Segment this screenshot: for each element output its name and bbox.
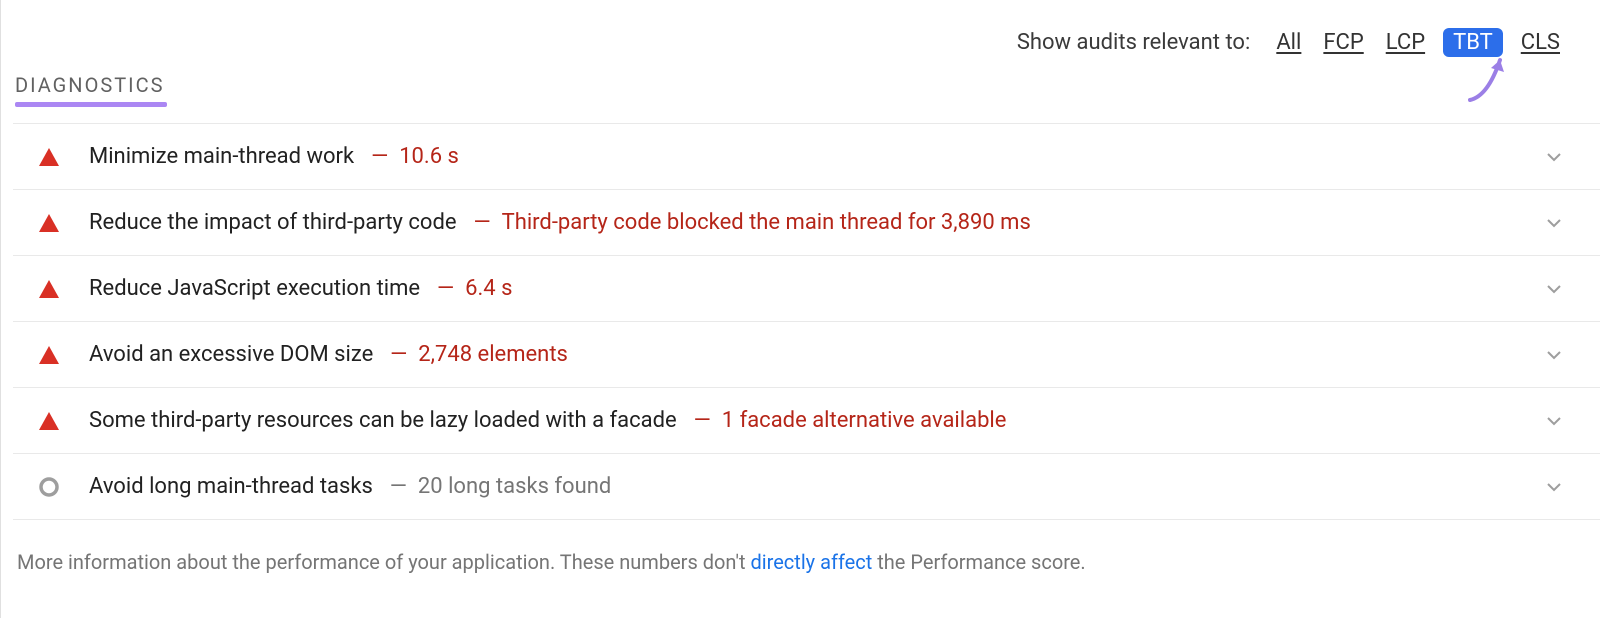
filter-label: Show audits relevant to: (1017, 30, 1251, 55)
audit-row[interactable]: Avoid long main-thread tasks — 20 long t… (13, 454, 1600, 520)
chevron-down-icon[interactable] (1544, 213, 1564, 233)
audit-row[interactable]: Reduce the impact of third-party code — … (13, 190, 1600, 256)
filter-item-tbt[interactable]: TBT (1443, 28, 1503, 57)
audit-detail: — 10.6 s (360, 144, 459, 169)
audit-filter-row: Show audits relevant to: All FCP LCP TBT… (13, 0, 1600, 67)
filter-item-fcp[interactable]: FCP (1319, 28, 1367, 57)
lighthouse-diagnostics-panel: Show audits relevant to: All FCP LCP TBT… (0, 0, 1600, 618)
audit-title: Reduce JavaScript execution time (89, 276, 420, 301)
audit-row[interactable]: Avoid an excessive DOM size — 2,748 elem… (13, 322, 1600, 388)
footer-note: More information about the performance o… (13, 520, 1600, 574)
audit-detail: — 1 facade alternative available (683, 408, 1007, 433)
fail-triangle-icon (39, 280, 65, 298)
audit-list: Minimize main-thread work — 10.6 s Reduc… (13, 123, 1600, 520)
footer-link-directly-affect[interactable]: directly affect (750, 550, 872, 574)
fail-triangle-icon (39, 412, 65, 430)
audit-title: Reduce the impact of third-party code (89, 210, 457, 235)
fail-triangle-icon (39, 148, 65, 166)
footer-text-before: More information about the performance o… (17, 550, 750, 574)
audit-detail: — 6.4 s (426, 276, 512, 301)
filter-item-cls[interactable]: CLS (1517, 28, 1564, 57)
audit-detail: — Third-party code blocked the main thre… (463, 210, 1031, 235)
chevron-down-icon[interactable] (1544, 147, 1564, 167)
info-circle-icon (39, 477, 65, 497)
footer-text-after: the Performance score. (872, 550, 1085, 574)
audit-title: Avoid an excessive DOM size (89, 342, 373, 367)
fail-triangle-icon (39, 346, 65, 364)
chevron-down-icon[interactable] (1544, 345, 1564, 365)
fail-triangle-icon (39, 214, 65, 232)
audit-detail: — 20 long tasks found (379, 474, 611, 499)
filter-item-lcp[interactable]: LCP (1382, 28, 1429, 57)
audit-row[interactable]: Minimize main-thread work — 10.6 s (13, 124, 1600, 190)
chevron-down-icon[interactable] (1544, 477, 1564, 497)
chevron-down-icon[interactable] (1544, 279, 1564, 299)
audit-title: Avoid long main-thread tasks (89, 474, 373, 499)
audit-row[interactable]: Some third-party resources can be lazy l… (13, 388, 1600, 454)
audit-row[interactable]: Reduce JavaScript execution time — 6.4 s (13, 256, 1600, 322)
audit-title: Minimize main-thread work (89, 144, 354, 169)
chevron-down-icon[interactable] (1544, 411, 1564, 431)
audit-title: Some third-party resources can be lazy l… (89, 408, 677, 433)
filter-item-all[interactable]: All (1272, 28, 1305, 57)
audit-detail: — 2,748 elements (379, 342, 568, 367)
section-heading-diagnostics: DIAGNOSTICS (15, 73, 164, 103)
